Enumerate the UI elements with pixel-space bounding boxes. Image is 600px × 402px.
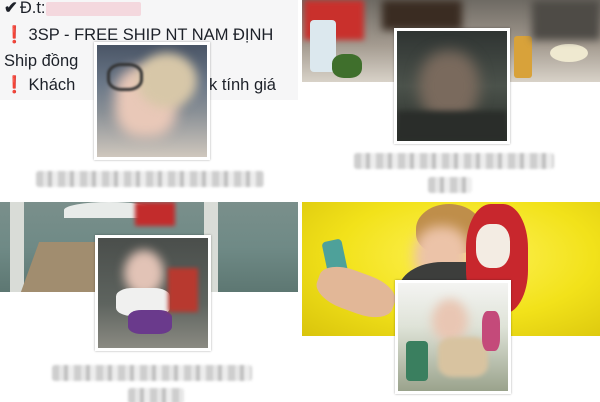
collage-panel-bottom-right (302, 202, 600, 402)
collage-panel-top-right (302, 0, 600, 200)
avatar[interactable] (95, 235, 211, 351)
post-line-phone: ✔ Đ.t: (4, 0, 141, 18)
avatar[interactable] (94, 42, 210, 160)
check-icon: ✔ (4, 0, 18, 17)
blurred-name (128, 388, 184, 402)
blurred-name (354, 153, 554, 169)
blurred-name (52, 365, 252, 381)
blurred-name (36, 171, 264, 187)
avatar-photo (397, 31, 507, 141)
post-line-ship: Ship đồng (4, 52, 79, 70)
collage-panel-bottom-left (0, 202, 298, 402)
post-line-khach: ❗ Khách k tính giá (4, 76, 276, 94)
exclamation-icon: ❗ (4, 76, 25, 94)
exclamation-icon: ❗ (4, 26, 25, 44)
collage-panel-top-left: ✔ Đ.t: ❗ 3SP - FREE SHIP NT NAM ĐỊNH Ship … (0, 0, 298, 200)
avatar-photo (398, 283, 508, 391)
blurred-name (428, 177, 472, 193)
avatar[interactable] (395, 280, 511, 394)
avatar-photo (98, 238, 208, 348)
avatar[interactable] (394, 28, 510, 144)
redacted-phone (45, 1, 141, 16)
avatar-photo (97, 45, 207, 157)
